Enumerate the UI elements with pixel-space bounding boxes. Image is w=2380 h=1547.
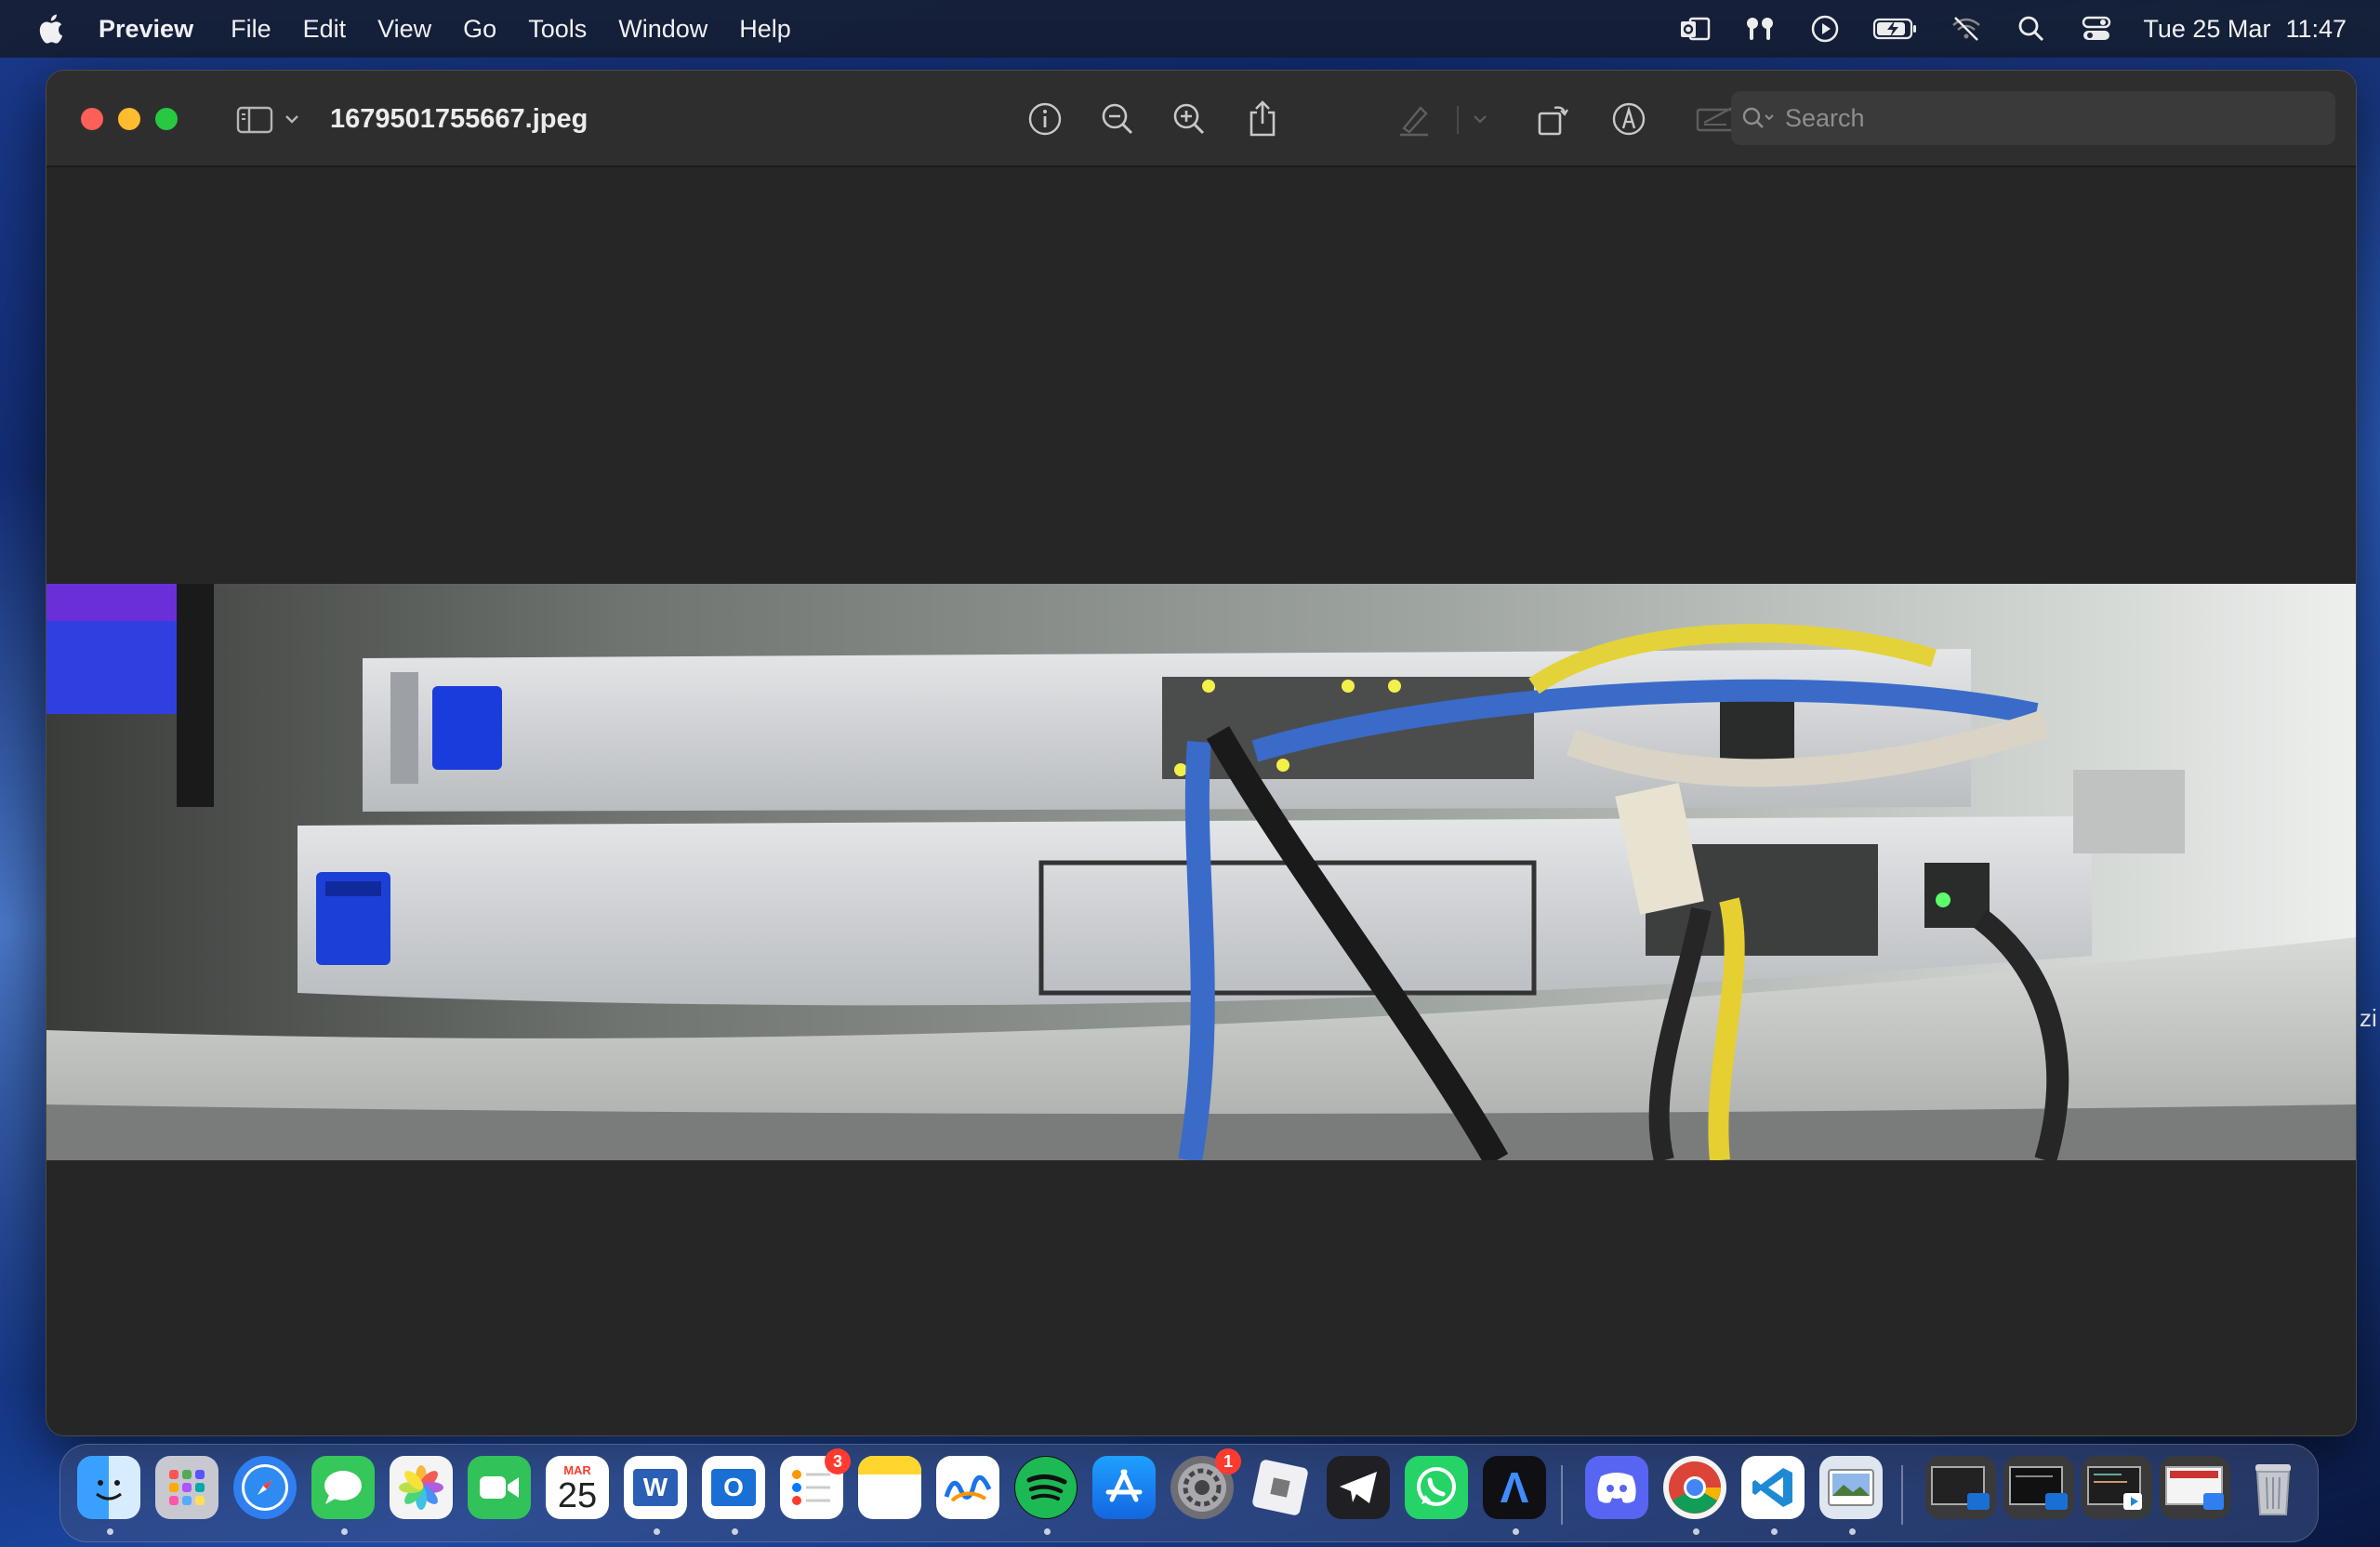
running-indicator [107, 1528, 113, 1535]
calendar-icon[interactable]: MAR 25 [546, 1456, 609, 1519]
running-indicator [1849, 1528, 1856, 1535]
messages-icon[interactable] [311, 1456, 375, 1519]
share-button[interactable] [1242, 99, 1283, 139]
menu-tools[interactable]: Tools [528, 15, 587, 44]
info-button[interactable] [1025, 99, 1065, 139]
app-store-icon[interactable] [1092, 1456, 1156, 1519]
menu-window[interactable]: Window [618, 15, 707, 44]
close-window-button[interactable] [81, 108, 103, 130]
info-icon [1028, 102, 1062, 136]
settings-badge: 1 [1215, 1448, 1241, 1474]
share-icon [1250, 100, 1276, 137]
freeform-icon[interactable] [936, 1456, 999, 1519]
chrome-icon[interactable] [1663, 1456, 1726, 1519]
document-title[interactable]: 1679501755667.jpeg [330, 99, 588, 139]
launchpad-icon[interactable] [155, 1456, 218, 1519]
running-indicator [1693, 1528, 1699, 1535]
facetime-icon[interactable] [468, 1456, 531, 1519]
outlook-label: O [711, 1469, 756, 1506]
markup-icon [1612, 102, 1646, 136]
reminders-badge: 3 [825, 1448, 851, 1474]
spotify-icon[interactable] [1014, 1456, 1078, 1519]
play-icon[interactable] [1806, 12, 1844, 46]
rotate-button[interactable] [1532, 99, 1573, 139]
dock: MAR 25 W O 3 1 Λ [60, 1444, 2319, 1542]
discord-icon[interactable] [1585, 1456, 1648, 1519]
safari-icon[interactable] [233, 1456, 297, 1519]
toolbar-divider [1457, 106, 1459, 134]
finder-icon[interactable] [77, 1456, 140, 1519]
spotlight-search-icon[interactable] [2013, 12, 2050, 46]
menu-bar: Preview File Edit View Go Tools Window H… [0, 0, 2380, 58]
zoom-out-button[interactable] [1097, 99, 1138, 139]
sidebar-icon [236, 106, 298, 134]
running-indicator [341, 1528, 348, 1535]
control-center-icon[interactable] [2078, 12, 2115, 46]
calendar-month: MAR [563, 1462, 591, 1477]
menu-go[interactable]: Go [463, 15, 496, 44]
menubar-time: 11:47 [2285, 14, 2347, 43]
zoom-in-icon [1173, 103, 1205, 135]
battery-charging-icon[interactable] [1871, 12, 1920, 46]
wifi-off-icon[interactable] [1948, 12, 1985, 46]
outlook-app-icon[interactable]: O [702, 1456, 765, 1519]
chevron-down-icon [1474, 115, 1487, 124]
recent-window-2[interactable] [2003, 1456, 2074, 1519]
highlighter-icon [1400, 106, 1428, 137]
menu-view[interactable]: View [377, 15, 431, 44]
highlight-options-button[interactable] [1469, 99, 1491, 139]
running-indicator [1513, 1528, 1519, 1535]
system-settings-icon[interactable]: 1 [1170, 1448, 1241, 1519]
window-toolbar: 1679501755667.jpeg [46, 71, 2356, 167]
dock-separator [1901, 1465, 1903, 1525]
search-icon [1742, 107, 1774, 128]
whatsapp-icon[interactable] [1405, 1456, 1468, 1519]
zoom-out-icon [1102, 103, 1133, 135]
vscode-icon[interactable] [1741, 1456, 1805, 1519]
desktop-edge-text: zi [2360, 1004, 2377, 1032]
network-switch-photo [46, 584, 2356, 1160]
running-indicator [1771, 1528, 1778, 1535]
menu-help[interactable]: Help [739, 15, 791, 44]
reminders-icon[interactable]: 3 [780, 1448, 851, 1519]
telegram-icon[interactable] [1327, 1456, 1390, 1519]
minimize-window-button[interactable] [118, 108, 140, 130]
running-indicator [1044, 1528, 1051, 1535]
notes-icon[interactable] [858, 1456, 921, 1519]
running-indicator [732, 1528, 738, 1535]
highlight-button[interactable] [1395, 99, 1435, 139]
sidebar-toggle-button[interactable] [232, 99, 307, 139]
menubar-date: Tue 25 Mar [2143, 14, 2271, 43]
zoom-window-button[interactable] [155, 108, 178, 130]
arc-label: Λ [1500, 1463, 1529, 1512]
search-input[interactable] [1785, 103, 2306, 133]
image-canvas [46, 167, 2356, 1435]
photos-icon[interactable] [390, 1456, 453, 1519]
markup-button[interactable] [1608, 99, 1649, 139]
menu-edit[interactable]: Edit [303, 15, 347, 44]
rotate-icon [1538, 106, 1568, 136]
calendar-day: 25 [557, 1475, 598, 1515]
running-indicator [654, 1528, 660, 1535]
trash-icon[interactable] [2241, 1456, 2305, 1519]
dock-separator [1561, 1465, 1563, 1525]
recent-window-4[interactable] [2160, 1456, 2230, 1519]
linear-icon[interactable] [1249, 1456, 1312, 1519]
menu-file[interactable]: File [231, 15, 271, 44]
word-icon[interactable]: W [624, 1456, 687, 1519]
recent-window-3[interactable] [2082, 1456, 2152, 1519]
apple-menu-icon[interactable] [37, 12, 65, 46]
preview-window: 1679501755667.jpeg [46, 70, 2357, 1436]
outlook-icon[interactable] [1676, 12, 1713, 46]
preview-icon[interactable] [1819, 1456, 1883, 1519]
menubar-clock[interactable]: Tue 25 Mar 11:47 [2143, 15, 2347, 44]
recent-window-1[interactable] [1925, 1456, 1996, 1519]
menu-app-name[interactable]: Preview [99, 15, 193, 44]
airpods-icon[interactable] [1741, 12, 1778, 46]
arc-icon[interactable]: Λ [1483, 1456, 1546, 1519]
search-field[interactable] [1731, 91, 2335, 145]
zoom-in-button[interactable] [1169, 99, 1210, 139]
word-label: W [633, 1469, 678, 1506]
